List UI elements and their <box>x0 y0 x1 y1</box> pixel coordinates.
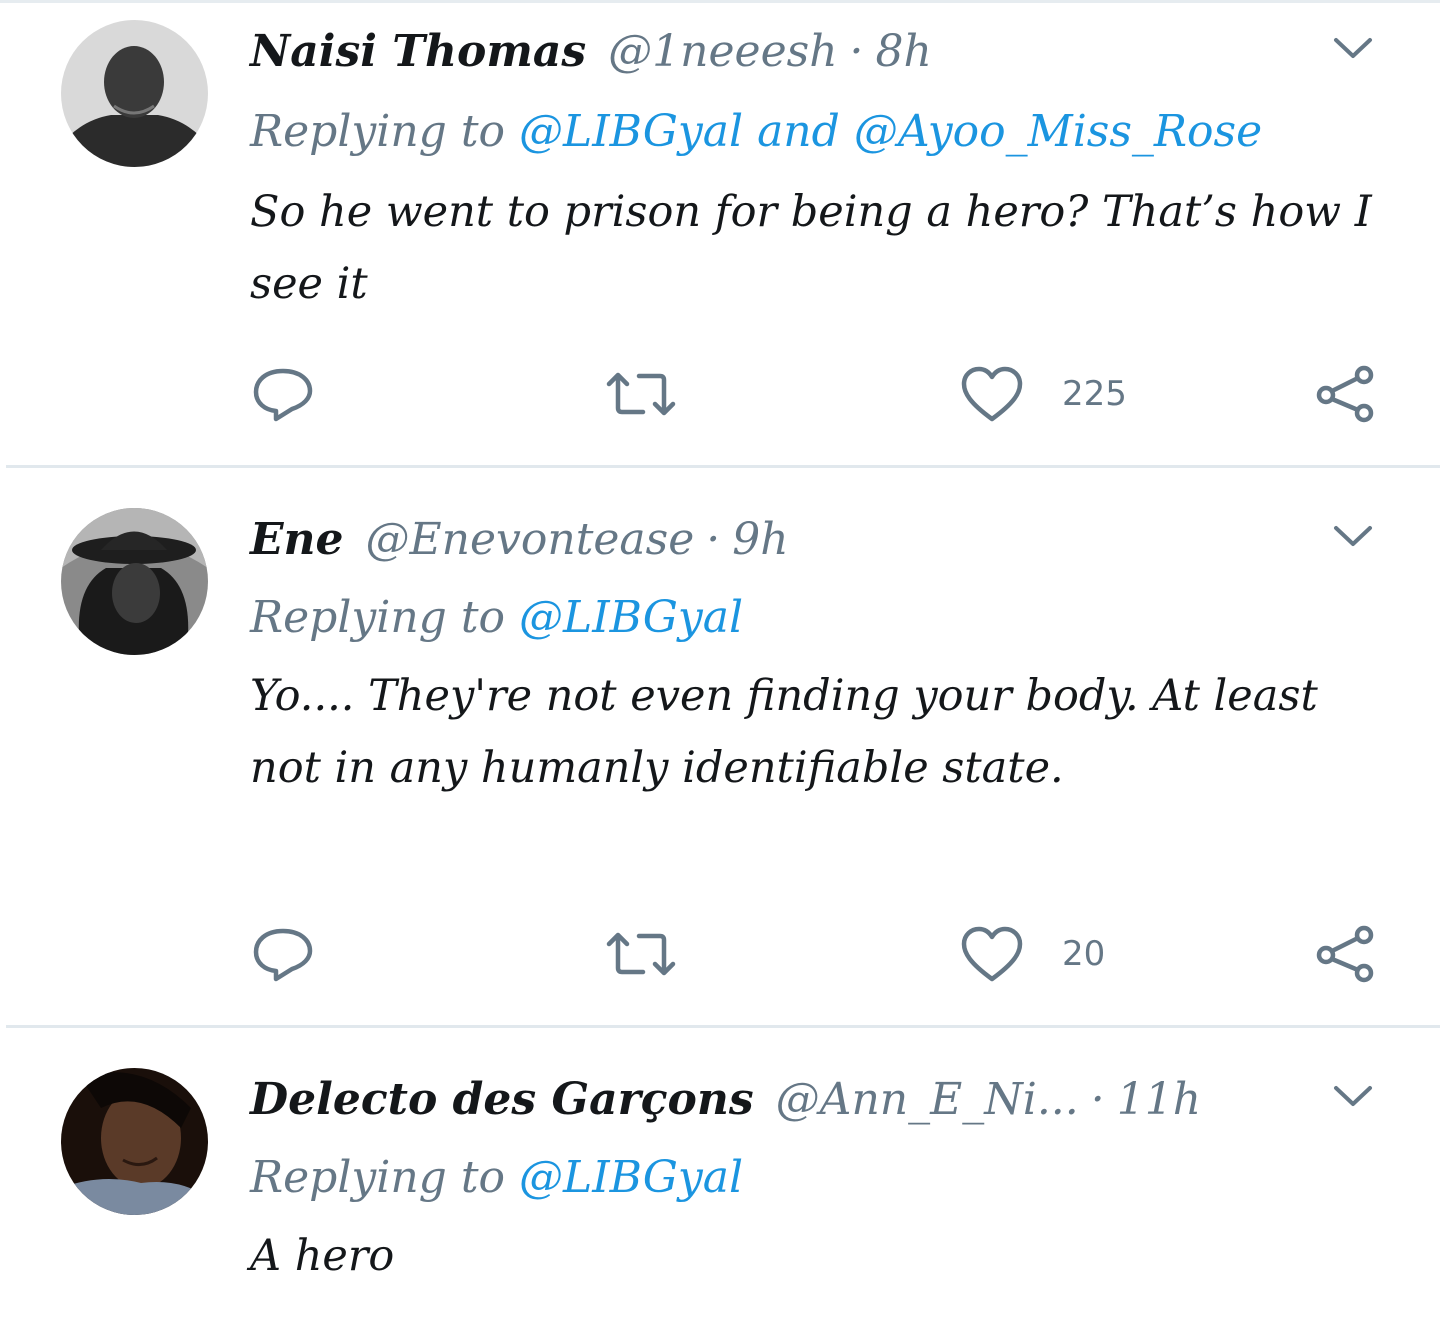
retweet-button[interactable] <box>605 922 677 986</box>
user-handle[interactable]: @Enevontease <box>366 510 695 570</box>
timestamp[interactable]: 9h <box>732 510 788 570</box>
tweet-reply[interactable]: Delecto des Garçons @Ann_E_Ni... · 11h R… <box>0 1030 1440 1324</box>
tweet-header: Ene @Enevontease · 9h <box>250 510 789 570</box>
reply-button[interactable] <box>250 362 316 426</box>
mention-conjunction: and <box>757 106 840 157</box>
separator-dot: · <box>706 514 721 565</box>
share-button[interactable] <box>1314 922 1378 986</box>
chevron-down-icon[interactable] <box>1326 518 1380 554</box>
heart-icon <box>960 365 1024 423</box>
tweet-header: Naisi Thomas @1neeesh · 8h <box>250 22 932 82</box>
separator-dot: · <box>1090 1074 1105 1125</box>
avatar[interactable] <box>61 508 208 655</box>
timestamp[interactable]: 8h <box>876 22 932 82</box>
action-bar: 20 <box>250 922 1390 986</box>
user-handle[interactable]: @Ann_E_Ni... <box>776 1070 1079 1130</box>
tweet-header: Delecto des Garçons @Ann_E_Ni... · 11h <box>250 1070 1201 1130</box>
display-name[interactable]: Naisi Thomas <box>250 22 586 82</box>
retweet-icon <box>605 368 677 420</box>
tweet-text: A hero <box>250 1231 395 1281</box>
heart-icon <box>960 925 1024 983</box>
tweet-divider <box>6 1025 1440 1028</box>
display-name[interactable]: Ene <box>250 510 344 570</box>
like-count: 225 <box>1062 374 1127 414</box>
retweet-icon <box>605 928 677 980</box>
avatar[interactable] <box>61 1068 208 1215</box>
tweet-text: Yo.... They're not even finding your bod… <box>250 671 1318 793</box>
chevron-down-icon[interactable] <box>1326 30 1380 66</box>
reply-icon <box>250 925 316 983</box>
like-button[interactable]: 20 <box>960 922 1105 986</box>
like-count: 20 <box>1062 934 1106 974</box>
timestamp[interactable]: 11h <box>1117 1070 1201 1130</box>
avatar[interactable] <box>61 20 208 167</box>
tweet-reply[interactable]: Ene @Enevontease · 9h Replying to @LIBGy… <box>0 470 1440 1028</box>
display-name[interactable]: Delecto des Garçons <box>250 1070 754 1130</box>
tweet-text: So he went to prison for being a hero? T… <box>250 187 1372 309</box>
mention-link[interactable]: @LIBGyal <box>519 592 743 643</box>
share-icon <box>1314 365 1378 423</box>
retweet-button[interactable] <box>605 362 677 426</box>
reply-icon <box>250 365 316 423</box>
share-icon <box>1314 925 1378 983</box>
chevron-down-icon[interactable] <box>1326 1078 1380 1114</box>
replying-to-line: Replying to @LIBGyal <box>250 1148 743 1208</box>
reply-button[interactable] <box>250 922 316 986</box>
mention-link[interactable]: @Ayoo_Miss_Rose <box>854 106 1262 157</box>
replying-to-label: Replying to <box>250 592 505 643</box>
user-handle[interactable]: @1neeesh <box>608 22 837 82</box>
replying-to-line: Replying to @LIBGyal and @Ayoo_Miss_Rose <box>250 102 1262 162</box>
mention-link[interactable]: @LIBGyal <box>519 1152 743 1203</box>
replying-to-line: Replying to @LIBGyal <box>250 588 743 648</box>
like-button[interactable]: 225 <box>960 362 1127 426</box>
replying-to-label: Replying to <box>250 106 505 157</box>
tweet-divider <box>6 465 1440 468</box>
tweet-reply[interactable]: Naisi Thomas @1neeesh · 8h Replying to @… <box>0 0 1440 470</box>
mention-link[interactable]: @LIBGyal <box>519 106 743 157</box>
separator-dot: · <box>849 26 864 77</box>
replying-to-label: Replying to <box>250 1152 505 1203</box>
share-button[interactable] <box>1314 362 1378 426</box>
action-bar: 225 <box>250 362 1390 426</box>
